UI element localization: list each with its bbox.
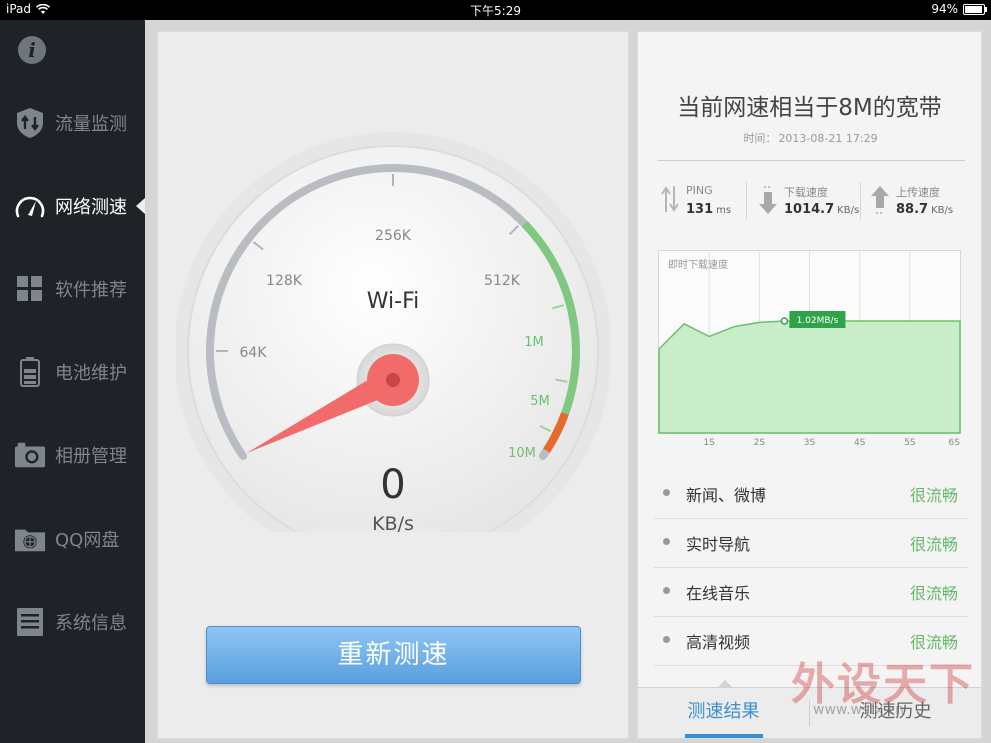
app-name: 在线音乐 bbox=[686, 584, 751, 603]
list-item: 在线音乐 很流畅 bbox=[654, 568, 968, 617]
time-label: 时间： bbox=[743, 132, 777, 145]
sidebar-item-label: 软件推荐 bbox=[55, 280, 127, 301]
upload-label: 上传速度 bbox=[896, 186, 940, 199]
speed-gauge: 64K 128K 256K 512K 1M 5M 10M Wi-Fi 0 KB/… bbox=[176, 132, 610, 532]
folder-globe-icon bbox=[14, 523, 46, 555]
metric-divider bbox=[860, 182, 861, 220]
tab-pointer-icon bbox=[717, 680, 733, 688]
chart-title: 即时下载速度 bbox=[668, 260, 728, 271]
result-panel: 当前网速相当于8M的宽带 时间： 2013-08-21 17:29 PING 13… bbox=[637, 31, 982, 739]
download-speed-chart: 1S 2S 3S 4S 5S 6S 1.02MB/s 即时下载速度 bbox=[658, 250, 964, 450]
download-label: 下载速度 bbox=[784, 186, 828, 199]
gauge-tick-label: 1M bbox=[524, 335, 544, 350]
app-name: 高清视频 bbox=[686, 633, 751, 652]
download-value: 1014.7 KB/s bbox=[784, 202, 860, 217]
speed-unit: KB/s bbox=[372, 513, 414, 532]
chart-x-tick-label: 4S bbox=[854, 438, 866, 448]
sidebar-item-label: 流量监测 bbox=[55, 114, 127, 135]
app-status: 很流畅 bbox=[909, 535, 958, 554]
result-tabs: 测速结果 测速历史 bbox=[638, 680, 981, 738]
svg-text:i: i bbox=[28, 38, 36, 62]
chart-area-series bbox=[658, 320, 961, 434]
chart-canvas: 1S 2S 3S 4S 5S 6S 1.02MB/s bbox=[658, 250, 961, 448]
sidebar-item-qqdisk[interactable]: QQ网盘 bbox=[0, 509, 145, 569]
upload-value: 88.7 KB/s bbox=[896, 202, 954, 217]
camera-icon bbox=[14, 439, 46, 471]
status-bar: iPad 下午5:29 94% bbox=[0, 0, 991, 20]
bullet-icon bbox=[663, 587, 670, 594]
result-headline: 当前网速相当于8M的宽带 bbox=[677, 95, 942, 121]
chart-x-tick-label: 5S bbox=[904, 438, 916, 448]
tab-underline bbox=[685, 734, 763, 738]
chart-x-tick-label: 3S bbox=[804, 438, 816, 448]
sidebar-item-label: QQ网盘 bbox=[55, 530, 120, 551]
speedometer-icon bbox=[14, 190, 46, 222]
list-item: 实时导航 很流畅 bbox=[654, 519, 968, 568]
gauge-tick-label: 256K bbox=[375, 228, 412, 244]
grid-icon bbox=[14, 273, 46, 305]
chart-x-tick-label: 2S bbox=[754, 438, 766, 448]
divider bbox=[658, 160, 965, 161]
list-item: 高清视频 很流畅 bbox=[654, 617, 968, 666]
gauge-tick-label: 512K bbox=[484, 273, 521, 289]
battery-icon bbox=[963, 3, 987, 15]
sidebar-item-label: 网络测速 bbox=[55, 197, 127, 218]
app-name: 新闻、微博 bbox=[686, 486, 767, 505]
test-timestamp: 时间： 2013-08-21 17:29 bbox=[638, 130, 981, 146]
app-name: 实时导航 bbox=[686, 535, 751, 554]
upload-arrow-icon bbox=[871, 186, 889, 214]
gauge-tick-label: 64K bbox=[240, 345, 268, 361]
sidebar-item-album[interactable]: 相册管理 bbox=[0, 425, 145, 485]
sidebar-item-label: 相册管理 bbox=[55, 446, 127, 467]
sidebar: i 流量监测 网络测速 软件推荐 电池维护 相册管理 QQ网盘 系统信息 bbox=[0, 20, 145, 743]
info-icon[interactable]: i bbox=[17, 35, 47, 65]
app-status: 很流畅 bbox=[909, 486, 958, 505]
metric-divider bbox=[746, 182, 747, 220]
sidebar-item-label: 系统信息 bbox=[55, 613, 127, 634]
document-icon bbox=[14, 606, 46, 638]
chart-annotation: 1.02MB/s bbox=[780, 311, 846, 328]
battery-icon bbox=[14, 356, 46, 388]
retest-button[interactable]: 重新测速 bbox=[206, 626, 581, 684]
time-value: 2013-08-21 17:29 bbox=[778, 132, 878, 145]
ping-value: 131 ms bbox=[686, 202, 732, 217]
bullet-icon bbox=[663, 636, 670, 643]
app-status: 很流畅 bbox=[909, 633, 958, 652]
speedtest-panel: 64K 128K 256K 512K 1M 5M 10M Wi-Fi 0 KB/… bbox=[157, 31, 629, 739]
bullet-icon bbox=[663, 538, 670, 545]
sidebar-item-speedtest[interactable]: 网络测速 bbox=[0, 176, 145, 236]
ping-label: PING bbox=[686, 184, 713, 197]
sidebar-item-traffic[interactable]: 流量监测 bbox=[0, 93, 145, 153]
tab-results[interactable]: 测速结果 bbox=[638, 688, 809, 738]
gauge-tick-label: 128K bbox=[266, 273, 303, 289]
connection-type: Wi-Fi bbox=[367, 289, 420, 314]
battery-percent: 94% bbox=[931, 2, 958, 16]
sidebar-item-label: 电池维护 bbox=[55, 363, 127, 384]
app-experience-list: 新闻、微博 很流畅 实时导航 很流畅 在线音乐 很流畅 高清视频 很流畅 bbox=[654, 470, 968, 666]
download-arrow-icon bbox=[759, 186, 777, 214]
shield-arrows-icon bbox=[14, 107, 46, 139]
ping-arrows-icon bbox=[661, 186, 679, 212]
status-time: 下午5:29 bbox=[470, 4, 521, 18]
sidebar-item-apps[interactable]: 软件推荐 bbox=[0, 259, 145, 319]
app-status: 很流畅 bbox=[909, 584, 958, 603]
chart-x-tick-label: 1S bbox=[703, 438, 715, 448]
gauge-tick-label: 10M bbox=[508, 446, 536, 461]
chart-x-tick-label: 6S bbox=[949, 438, 961, 448]
bullet-icon bbox=[663, 489, 670, 496]
list-item: 新闻、微博 很流畅 bbox=[654, 470, 968, 519]
sidebar-item-sysinfo[interactable]: 系统信息 bbox=[0, 592, 145, 652]
sidebar-item-battery[interactable]: 电池维护 bbox=[0, 342, 145, 402]
tab-history[interactable]: 测速历史 bbox=[810, 688, 981, 738]
chart-annotation-label: 1.02MB/s bbox=[797, 316, 839, 326]
gauge-tick-label: 5M bbox=[530, 394, 550, 409]
speed-value: 0 bbox=[380, 462, 405, 508]
